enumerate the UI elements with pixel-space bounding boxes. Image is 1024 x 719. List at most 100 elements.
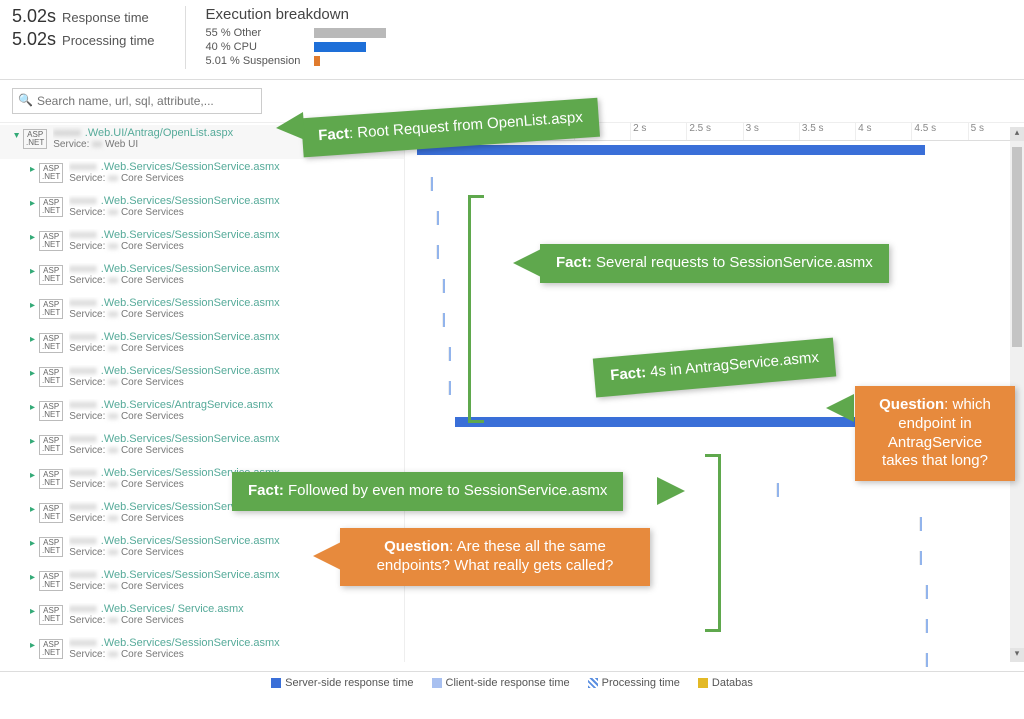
search-icon: 🔍 <box>18 93 33 107</box>
chevron-icon[interactable]: ▸ <box>30 266 35 277</box>
trace-row[interactable]: ▸ASP.NETxxxxx.Web.Services/SessionServic… <box>0 431 404 465</box>
arrow-icon <box>275 112 305 142</box>
response-time-row: 5.02s Response time <box>12 6 155 27</box>
execution-breakdown: Execution breakdown 55 % Other 40 % CPU 5.… <box>185 6 386 69</box>
trace-row[interactable]: ▸ASP.NETxxxxx.Web.Services/AntragService… <box>0 397 404 431</box>
timing-bar[interactable] <box>919 551 922 565</box>
processing-time-row: 5.02s Processing time <box>12 29 155 50</box>
legend-server: Server-side response time <box>271 677 413 689</box>
chevron-icon[interactable]: ▸ <box>11 133 22 138</box>
processing-time-value: 5.02s <box>12 29 56 50</box>
response-time-value: 5.02s <box>12 6 56 27</box>
chevron-icon[interactable]: ▸ <box>30 198 35 209</box>
arrow-icon <box>513 249 541 277</box>
aspnet-badge: ASP.NET <box>39 367 63 387</box>
chevron-icon[interactable]: ▸ <box>30 334 35 345</box>
search-input[interactable] <box>12 88 262 114</box>
trace-row[interactable]: ▸ASP.NETxxxxx.Web.Services/SessionServic… <box>0 295 404 329</box>
annotation-question-same: Question: Are these all the same endpoin… <box>340 528 650 586</box>
bracket-icon <box>468 195 484 423</box>
trace-row[interactable]: ▸ASP.NETxxxxx.Web.Services/SessionServic… <box>0 329 404 363</box>
arrow-icon <box>313 542 341 570</box>
timing-bar[interactable] <box>436 211 439 225</box>
scroll-thumb[interactable] <box>1012 147 1022 347</box>
timing-bar[interactable] <box>919 517 922 531</box>
legend-database: Databas <box>698 677 753 689</box>
time-tick: 4.5 s <box>911 123 967 140</box>
chevron-icon[interactable]: ▸ <box>30 572 35 583</box>
chevron-icon[interactable]: ▸ <box>30 538 35 549</box>
legend: Server-side response time Client-side re… <box>0 671 1024 693</box>
chevron-icon[interactable]: ▸ <box>30 368 35 379</box>
timing-bar[interactable] <box>417 145 925 155</box>
trace-row[interactable]: ▸ASP.NETxxxxx.Web.Services/SessionServic… <box>0 227 404 261</box>
legend-processing: Processing time <box>588 677 680 689</box>
trace-row[interactable]: ▸ASP.NETxxxxx.Web.Services/SessionServic… <box>0 193 404 227</box>
timing-bar[interactable] <box>925 585 928 599</box>
timing-bar[interactable] <box>776 483 779 497</box>
timing-metrics: 5.02s Response time 5.02s Processing tim… <box>12 6 155 69</box>
aspnet-badge: ASP.NET <box>39 197 63 217</box>
chevron-icon[interactable]: ▸ <box>30 504 35 515</box>
aspnet-badge: ASP.NET <box>23 129 47 149</box>
time-tick: 2.5 s <box>686 123 742 140</box>
time-tick: 4 s <box>855 123 911 140</box>
timeline-row <box>405 311 1024 345</box>
breakdown-row: 55 % Other <box>206 27 386 39</box>
scroll-down-icon[interactable]: ▾ <box>1010 648 1024 662</box>
timing-bar[interactable] <box>925 619 928 633</box>
chevron-icon[interactable]: ▸ <box>30 436 35 447</box>
timeline-row <box>405 141 1024 175</box>
timing-bar[interactable] <box>448 381 451 395</box>
aspnet-badge: ASP.NET <box>39 503 63 523</box>
legend-client: Client-side response time <box>432 677 570 689</box>
aspnet-badge: ASP.NET <box>39 571 63 591</box>
aspnet-badge: ASP.NET <box>39 537 63 557</box>
trace-row[interactable]: ▸ASP.NETxxxxx.Web.Services/SessionServic… <box>0 635 404 662</box>
aspnet-badge: ASP.NET <box>39 435 63 455</box>
chevron-icon[interactable]: ▸ <box>30 402 35 413</box>
aspnet-badge: ASP.NET <box>39 333 63 353</box>
processing-time-label: Processing time <box>62 33 154 48</box>
header: 5.02s Response time 5.02s Processing tim… <box>0 0 1024 80</box>
bracket-icon <box>705 454 721 632</box>
timing-bar[interactable] <box>925 653 928 667</box>
arrow-icon <box>657 477 685 505</box>
breakdown-title: Execution breakdown <box>206 6 386 23</box>
timing-bar[interactable] <box>442 279 445 293</box>
trace-row[interactable]: ▸ASP.NETxxxxx.Web.Services/SessionServic… <box>0 159 404 193</box>
chevron-icon[interactable]: ▸ <box>30 640 35 651</box>
timeline-row <box>405 209 1024 243</box>
scroll-up-icon[interactable]: ▴ <box>1010 127 1024 141</box>
timing-bar[interactable] <box>430 177 433 191</box>
aspnet-badge: ASP.NET <box>39 605 63 625</box>
annotation-fact-more: Fact: Followed by even more to SessionSe… <box>232 472 623 511</box>
breakdown-row: 40 % CPU <box>206 41 386 53</box>
trace-row[interactable]: ▸ASP.NETxxxxx.Web.Services/SessionServic… <box>0 261 404 295</box>
arrow-icon <box>826 394 854 422</box>
chevron-icon[interactable]: ▸ <box>30 164 35 175</box>
annotation-question-endpoint: Question: which endpoint in AntragServic… <box>855 386 1015 481</box>
chevron-icon[interactable]: ▸ <box>30 300 35 311</box>
aspnet-badge: ASP.NET <box>39 163 63 183</box>
aspnet-badge: ASP.NET <box>39 231 63 251</box>
timing-bar[interactable] <box>436 245 439 259</box>
time-tick: 2 s <box>630 123 686 140</box>
time-tick: 3.5 s <box>799 123 855 140</box>
trace-row[interactable]: ▸ASP.NETxxxxx.Web.Services/ Service.asmx… <box>0 601 404 635</box>
trace-row[interactable]: ▸ASP.NETxxxxx.Web.Services/SessionServic… <box>0 363 404 397</box>
timing-bar[interactable] <box>448 347 451 361</box>
chevron-icon[interactable]: ▸ <box>30 470 35 481</box>
aspnet-badge: ASP.NET <box>39 639 63 659</box>
aspnet-badge: ASP.NET <box>39 469 63 489</box>
chevron-icon[interactable]: ▸ <box>30 606 35 617</box>
chevron-icon[interactable]: ▸ <box>30 232 35 243</box>
time-tick: 3 s <box>743 123 799 140</box>
aspnet-badge: ASP.NET <box>39 299 63 319</box>
response-time-label: Response time <box>62 10 149 25</box>
annotation-fact-several: Fact: Several requests to SessionService… <box>540 244 889 283</box>
breakdown-row: 5.01 % Suspension <box>206 55 386 67</box>
aspnet-badge: ASP.NET <box>39 401 63 421</box>
aspnet-badge: ASP.NET <box>39 265 63 285</box>
timing-bar[interactable] <box>442 313 445 327</box>
